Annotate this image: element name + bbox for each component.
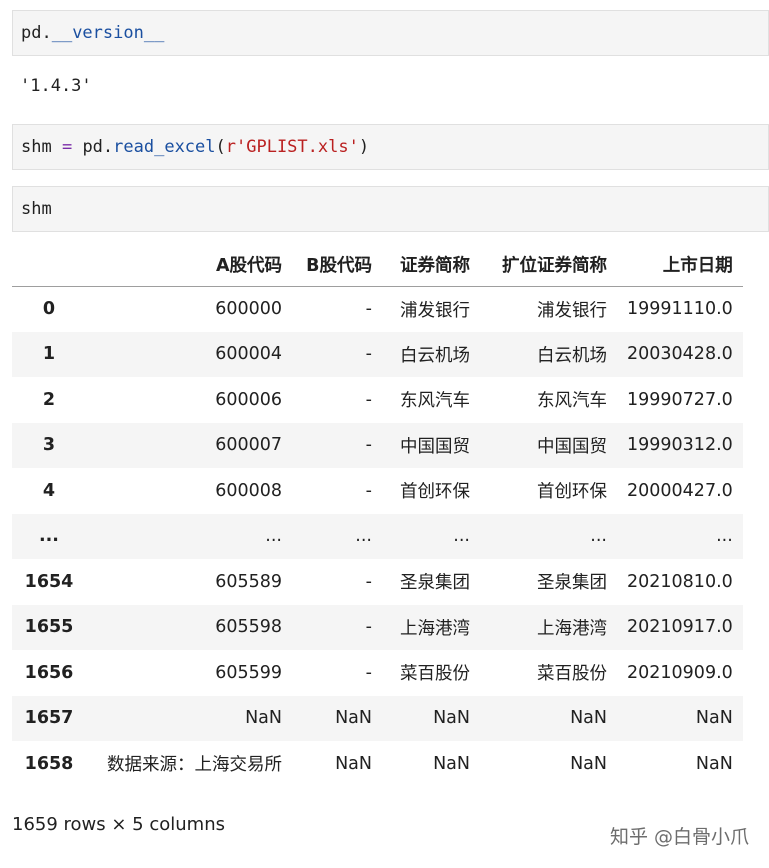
table-row: 1655 605598 - 上海港湾 上海港湾 20210917.0 (12, 604, 743, 650)
table-cell: ... (355, 526, 372, 547)
code-text: shm (21, 199, 52, 219)
table-cell: 中国国贸 (537, 436, 607, 457)
table-cell: NaN (433, 708, 470, 729)
dataframe-summary: 1659 rows × 5 columns (12, 814, 225, 835)
table-cell: NaN (335, 753, 372, 774)
table-cell: 圣泉集团 (537, 573, 607, 594)
table-cell: NaN (570, 708, 607, 729)
row-index: ... (39, 526, 59, 547)
row-index: 1656 (24, 662, 74, 683)
table-cell: - (365, 344, 372, 365)
table-row: 1656 605599 - 菜百股份 菜百股份 20210909.0 (12, 650, 743, 696)
table-row: 4 600008 - 首创环保 首创环保 20000427.0 (12, 468, 743, 514)
table-cell: - (365, 571, 372, 592)
output-version: '1.4.3' (20, 76, 92, 96)
table-cell: 菜百股份 (537, 664, 607, 685)
table-cell: - (365, 435, 372, 456)
table-cell: 600006 (215, 389, 282, 410)
table-cell: 数据来源：上海交易所 (107, 755, 282, 776)
table-cell: ... (590, 526, 607, 547)
table-cell: - (365, 662, 372, 683)
table-row: 2 600006 - 东风汽车 东风汽车 19990727.0 (12, 377, 743, 423)
table-cell: 20210810.0 (627, 571, 733, 592)
table-row: 1657 NaN NaN NaN NaN NaN (12, 695, 743, 741)
table-cell: 白云机场 (400, 345, 470, 366)
table-cell: 20210917.0 (627, 617, 733, 638)
table-cell: 浦发银行 (400, 300, 470, 321)
table-cell: 东风汽车 (400, 391, 470, 412)
row-index: 1 (42, 344, 56, 365)
code-cell-shm[interactable]: shm (12, 186, 769, 232)
table-row: 1658 数据来源：上海交易所 NaN NaN NaN NaN (12, 741, 743, 787)
table-cell: 605599 (215, 662, 282, 683)
table-cell: 600008 (215, 480, 282, 501)
column-header: 扩位证券简称 (480, 244, 617, 287)
table-row: 3 600007 - 中国国贸 中国国贸 19990312.0 (12, 422, 743, 468)
row-index: 3 (42, 435, 56, 456)
row-index: 1654 (24, 571, 74, 592)
code-cell-read-excel[interactable]: shm = pd.read_excel(r'GPLIST.xls') (12, 124, 769, 170)
table-cell: 中国国贸 (400, 436, 470, 457)
table-cell: 605598 (215, 617, 282, 638)
table-cell: - (365, 299, 372, 319)
table-cell: 600007 (215, 435, 282, 456)
row-index: 1657 (24, 708, 74, 729)
table-cell: 20210909.0 (627, 662, 733, 683)
row-index: 0 (42, 299, 56, 319)
column-header: 上市日期 (617, 244, 743, 287)
dataframe-table: A股代码 B股代码 证券简称 扩位证券简称 上市日期 0 600000 - 浦发银行 浦… (12, 244, 743, 787)
table-cell: NaN (245, 708, 282, 729)
table-cell: 19990312.0 (627, 435, 733, 456)
table-cell: 19991110.0 (627, 299, 733, 319)
code-text: pd.__version__ (21, 23, 165, 43)
table-row: 0 600000 - 浦发银行 浦发银行 19991110.0 (12, 286, 743, 332)
table-cell: - (365, 389, 372, 410)
table-cell: 600004 (215, 344, 282, 365)
column-header: B股代码 (292, 244, 382, 287)
watermark: 知乎 @白骨小爪 (609, 826, 749, 848)
table-cell: - (365, 480, 372, 501)
row-index: 1658 (24, 753, 74, 774)
table-cell: NaN (695, 753, 733, 774)
table-cell: 浦发银行 (537, 300, 607, 321)
code-cell-version[interactable]: pd.__version__ (12, 10, 769, 56)
table-cell: 首创环保 (537, 482, 607, 503)
code-text: shm = pd.read_excel(r'GPLIST.xls') (21, 137, 370, 157)
table-row: .................. (12, 513, 743, 559)
table-cell: ... (453, 526, 470, 547)
table-cell: 上海港湾 (400, 618, 470, 639)
table-cell: NaN (695, 708, 733, 729)
table-cell: 20000427.0 (627, 480, 733, 501)
row-index: 1655 (24, 617, 74, 638)
table-cell: 首创环保 (400, 482, 470, 503)
row-index: 2 (42, 389, 56, 410)
table-cell: 白云机场 (537, 345, 607, 366)
table-cell: 菜百股份 (400, 664, 470, 685)
table-cell: 东风汽车 (537, 391, 607, 412)
table-row: 1654 605589 - 圣泉集团 圣泉集团 20210810.0 (12, 559, 743, 605)
table-cell: - (365, 617, 372, 638)
table-cell: 上海港湾 (537, 618, 607, 639)
table-cell: NaN (570, 753, 607, 774)
table-cell: ... (716, 526, 733, 547)
table-header-row: A股代码 B股代码 证券简称 扩位证券简称 上市日期 (12, 244, 743, 287)
table-cell: NaN (433, 753, 470, 774)
column-header: A股代码 (86, 244, 292, 287)
table-cell: 20030428.0 (627, 344, 733, 365)
index-header (12, 244, 86, 287)
table-cell: 圣泉集团 (400, 573, 470, 594)
table-cell: NaN (335, 708, 372, 729)
table-row: 1 600004 - 白云机场 白云机场 20030428.0 (12, 331, 743, 377)
table-cell: ... (265, 526, 282, 547)
table-cell: 600000 (215, 299, 282, 319)
table-cell: 19990727.0 (627, 389, 733, 410)
table-cell: 605589 (215, 571, 282, 592)
column-header: 证券简称 (382, 244, 480, 287)
row-index: 4 (42, 480, 56, 501)
